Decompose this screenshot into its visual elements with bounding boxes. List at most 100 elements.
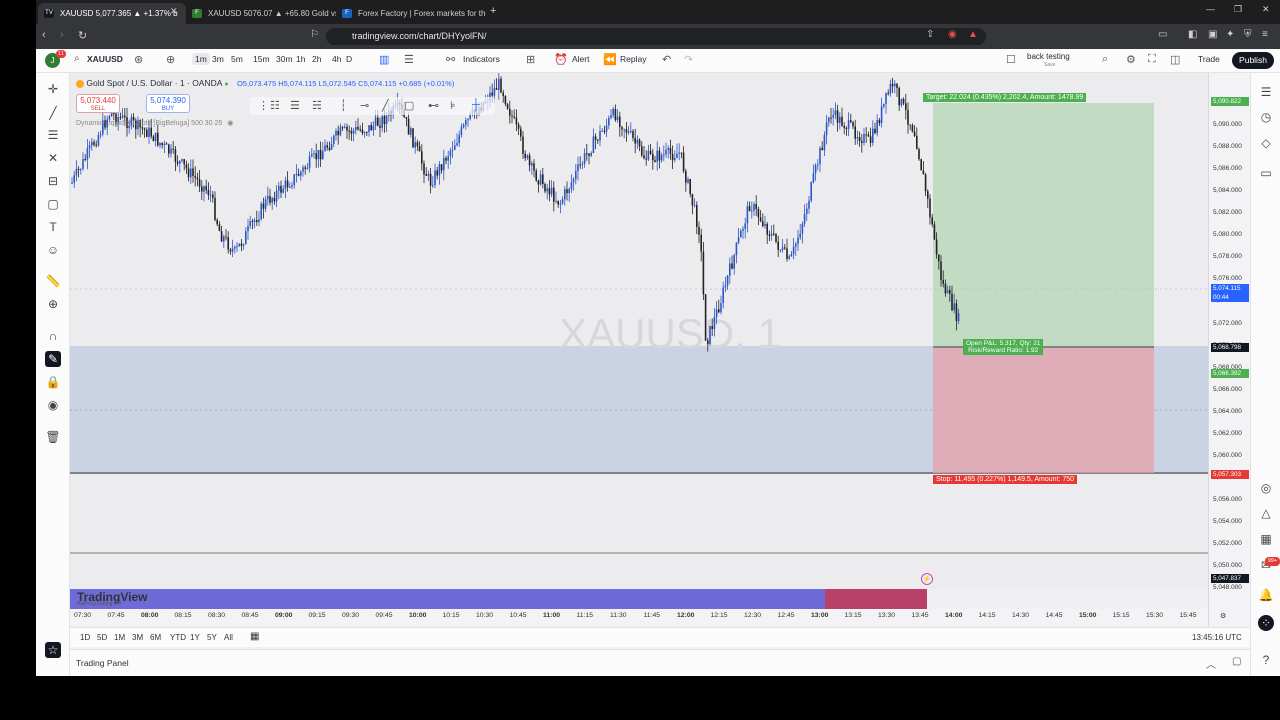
replay-button[interactable]: Replay: [620, 54, 646, 64]
eye-visibility-icon[interactable]: ◉: [227, 120, 233, 127]
shield-icon[interactable]: ⛨: [1244, 29, 1252, 40]
grip-icon[interactable]: ⋮: [258, 99, 269, 112]
horizontal-ray-icon[interactable]: ⊸: [360, 99, 369, 112]
open-pnl-label[interactable]: Open P&L: 5.317, Qty: 21 Risk/Reward Rat…: [963, 339, 1044, 355]
tab-tradingview[interactable]: TV XAUUSD 5,077.365 ▲ +1.37% b: [38, 3, 186, 24]
alert-button[interactable]: Alert: [572, 54, 589, 64]
layers-icon[interactable]: ◇: [1258, 135, 1274, 151]
stop-zone[interactable]: [933, 347, 1154, 473]
range-1Y[interactable]: 1Y: [190, 633, 200, 642]
fullscreen-icon[interactable]: ⛶: [1148, 53, 1156, 66]
fib-retracement-icon[interactable]: ☰: [290, 99, 300, 112]
chat-icon[interactable]: ▭: [1258, 165, 1274, 181]
ideas-icon[interactable]: △: [1258, 505, 1274, 521]
close-tab-icon[interactable]: ✕: [170, 6, 178, 17]
symbol-search[interactable]: XAUUSD: [87, 54, 123, 64]
target-label[interactable]: Target: 22.024 (0.435%) 2,202.4, Amount:…: [923, 93, 1087, 102]
sell-button[interactable]: 5,073.440 SELL: [76, 94, 120, 113]
lightning-icon[interactable]: ⚡: [921, 573, 933, 585]
range-All[interactable]: All: [224, 633, 233, 642]
tab-forexfactory[interactable]: F Forex Factory | Forex markets for the: [336, 3, 486, 24]
tab-xauusd[interactable]: F XAUUSD 5076.07 ▲ +65.80 Gold vs U: [186, 3, 336, 24]
range-5D[interactable]: 5D: [97, 633, 107, 642]
alerts-clock-icon[interactable]: ◷: [1258, 109, 1274, 125]
long-position-icon[interactable]: ⊧: [450, 99, 456, 112]
horizontal-line-icon[interactable]: ⊷: [428, 99, 439, 112]
alert-icon[interactable]: ⏰: [554, 53, 568, 66]
interval-15m[interactable]: 15m: [253, 54, 270, 64]
add-symbol-icon[interactable]: ⊕: [166, 53, 175, 66]
indicators-button[interactable]: Indicators: [463, 54, 500, 64]
maximize-icon[interactable]: ❐: [1234, 4, 1242, 15]
bookmark-icon[interactable]: ⚐: [310, 29, 319, 40]
legend-title[interactable]: Gold Spot / U.S. Dollar · 1 · OANDA: [86, 78, 222, 88]
lock-icon[interactable]: 🔒: [45, 374, 61, 390]
time-axis[interactable]: 07:30 07:45 08:00 08:15 08:30 08:45 09:00 09:15…: [70, 609, 1226, 625]
cast-icon[interactable]: ▭: [1158, 29, 1167, 40]
range-6M[interactable]: 6M: [150, 633, 161, 642]
undo-icon[interactable]: ↶: [662, 53, 671, 66]
magnet-icon[interactable]: ∩: [45, 328, 61, 344]
interval-4h[interactable]: 4h: [332, 54, 341, 64]
share-icon[interactable]: ⇪: [926, 29, 934, 40]
zoom-icon[interactable]: ⊕: [45, 296, 61, 312]
range-5Y[interactable]: 5Y: [207, 633, 217, 642]
wallet-icon[interactable]: ▣: [1208, 29, 1217, 40]
forward-icon[interactable]: ›: [60, 29, 64, 41]
crosshair-tool-icon[interactable]: ┼: [472, 99, 480, 111]
emoji-icon[interactable]: ☺: [45, 242, 61, 258]
sidebar-icon[interactable]: ◧: [1188, 29, 1197, 40]
trading-panel-bar[interactable]: Trading Panel ︿ ▢: [70, 649, 1250, 676]
range-1M[interactable]: 1M: [114, 633, 125, 642]
interval-3m[interactable]: 3m: [212, 54, 224, 64]
fib-icon[interactable]: ☰: [45, 127, 61, 143]
chart-pane[interactable]: XAUUSD, 1: [70, 73, 1208, 589]
vertical-line-icon[interactable]: ┆: [340, 99, 347, 112]
new-tab-icon[interactable]: +: [490, 5, 496, 17]
watchlist-icon[interactable]: ☰: [1258, 84, 1274, 100]
favorites-star-icon[interactable]: ☆: [45, 642, 61, 658]
chevron-up-icon[interactable]: ︿: [1206, 656, 1216, 671]
ruler-icon[interactable]: 📏: [45, 273, 61, 289]
pattern-icon[interactable]: ✕: [45, 150, 61, 166]
range-1D[interactable]: 1D: [80, 633, 90, 642]
clock-text[interactable]: 13:45:16 UTC: [1192, 633, 1242, 642]
axis-settings-icon[interactable]: ⚙: [1220, 612, 1226, 620]
shape-icon[interactable]: ▢: [45, 196, 61, 212]
stop-label[interactable]: Stop: 11.495 (0.227%) 1,149.5, Amount: 7…: [933, 475, 1078, 484]
replay-icon[interactable]: ⏪: [603, 53, 617, 66]
range-YTD[interactable]: YTD: [170, 633, 186, 642]
puzzle-icon[interactable]: ✦: [1226, 29, 1234, 40]
candles-icon[interactable]: ▥: [379, 53, 389, 66]
trend-line-icon[interactable]: ╱: [45, 105, 61, 121]
close-window-icon[interactable]: ✕: [1262, 4, 1270, 15]
fib-channel-icon[interactable]: ☷: [270, 99, 280, 112]
interval-30m[interactable]: 30m: [276, 54, 293, 64]
camera-icon[interactable]: ◫: [1170, 53, 1180, 66]
maximize-panel-icon[interactable]: ▢: [1232, 656, 1241, 667]
interval-1m[interactable]: 1m: [192, 53, 210, 65]
compare-icon[interactable]: ⊛: [134, 53, 143, 66]
interval-1h[interactable]: 1h: [296, 54, 305, 64]
pitchfork-icon[interactable]: ☵: [312, 99, 322, 112]
rectangle-icon[interactable]: ▢: [404, 99, 414, 112]
redo-icon[interactable]: ↷: [684, 53, 693, 66]
buy-button[interactable]: 5,074.390 BUY: [146, 94, 190, 113]
publish-button[interactable]: Publish: [1232, 52, 1274, 69]
layout-checkbox-icon[interactable]: ☐: [1006, 53, 1016, 66]
goto-date-icon[interactable]: ▦: [250, 631, 259, 642]
interval-D[interactable]: D: [346, 54, 352, 64]
warning-icon[interactable]: ▲: [968, 29, 978, 40]
layouts-icon[interactable]: ⊞: [526, 53, 535, 66]
back-icon[interactable]: ‹: [42, 29, 46, 41]
interval-2h[interactable]: 2h: [312, 54, 321, 64]
trade-button[interactable]: Trade: [1198, 54, 1220, 64]
indicators-icon[interactable]: ⚯: [446, 53, 455, 66]
crosshair-icon[interactable]: ✛: [45, 81, 61, 97]
layout-name[interactable]: back testing: [1027, 52, 1070, 61]
interval-5m[interactable]: 5m: [231, 54, 243, 64]
bar-style-icon[interactable]: ☰: [404, 53, 414, 66]
target-icon[interactable]: ◎: [1258, 480, 1274, 496]
minimize-icon[interactable]: —: [1206, 4, 1215, 14]
indicator-legend[interactable]: Dynamic Liquidity Depth [BigBeluga] 500 …: [76, 119, 233, 127]
